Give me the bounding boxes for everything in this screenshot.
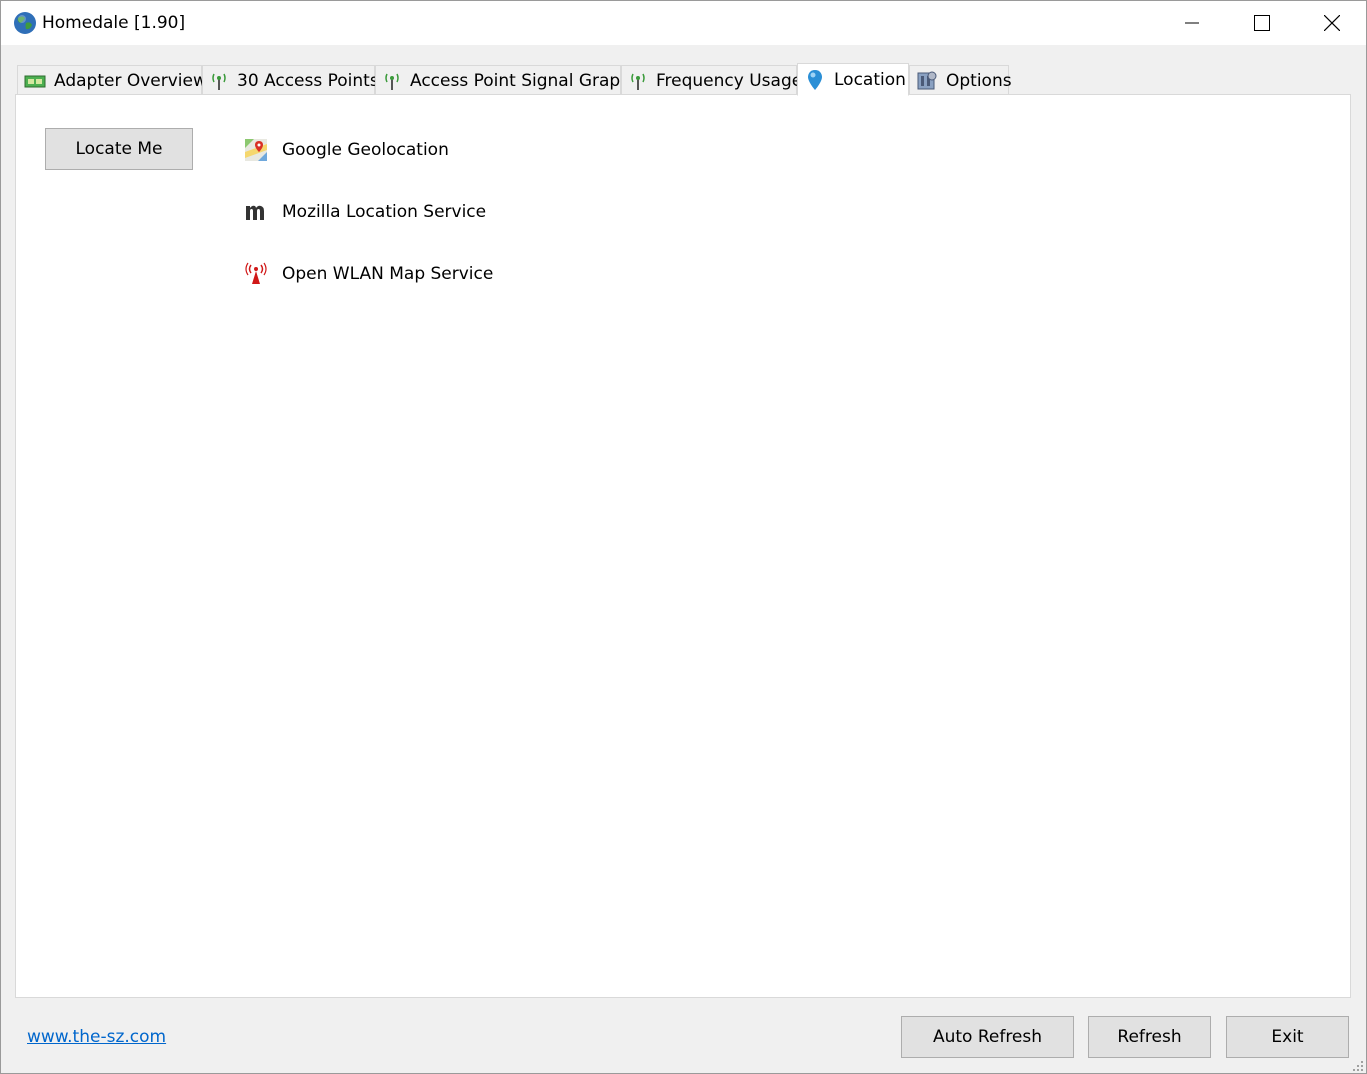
auto-refresh-button[interactable]: Auto Refresh — [901, 1016, 1074, 1058]
tab-access-points[interactable]: 30 Access Points — [202, 65, 379, 95]
globe-icon — [14, 12, 36, 34]
service-google-geolocation[interactable]: Google Geolocation — [244, 137, 449, 163]
tab-label: Adapter Overview — [54, 70, 207, 91]
service-mozilla-location[interactable]: Mozilla Location Service — [244, 199, 486, 225]
antenna-icon — [209, 71, 229, 91]
tab-options[interactable]: Options — [909, 65, 1012, 95]
tab-label: Frequency Usage — [656, 70, 803, 91]
locate-me-button[interactable]: Locate Me — [45, 128, 193, 170]
antenna-icon — [628, 71, 648, 91]
exit-button[interactable]: Exit — [1226, 1016, 1349, 1058]
refresh-button[interactable]: Refresh — [1088, 1016, 1211, 1058]
tab-access-point-signal-graph[interactable]: Access Point Signal Graph — [375, 65, 631, 95]
title-bar: Homedale [1.90] — [1, 1, 1366, 45]
mozilla-m-icon — [244, 200, 268, 224]
tab-label: Access Point Signal Graph — [410, 70, 631, 91]
location-pin-icon — [804, 69, 826, 90]
minimize-button[interactable] — [1157, 1, 1227, 45]
adapter-icon — [24, 71, 46, 91]
options-icon — [916, 71, 938, 91]
google-maps-icon — [244, 138, 268, 162]
maximize-icon — [1254, 15, 1270, 31]
tab-location[interactable]: Location — [797, 63, 909, 96]
service-open-wlan-map[interactable]: Open WLAN Map Service — [244, 261, 493, 287]
service-label: Google Geolocation — [282, 140, 449, 160]
tab-strip: Adapter Overview 30 Access Points Access… — [16, 63, 1351, 96]
close-button[interactable] — [1297, 1, 1367, 45]
app-window: Homedale [1.90] Adapter Overview 30 Acce… — [0, 0, 1367, 1074]
antenna-icon — [382, 71, 402, 91]
tab-label: Location — [834, 69, 906, 90]
resize-grip-icon[interactable] — [1351, 1059, 1365, 1073]
website-link[interactable]: www.the-sz.com — [27, 1027, 166, 1047]
service-label: Open WLAN Map Service — [282, 264, 494, 284]
service-label: Mozilla Location Service — [282, 202, 487, 222]
window-title: Homedale [1.90] — [42, 13, 186, 33]
minimize-icon — [1185, 22, 1199, 24]
tab-adapter-overview[interactable]: Adapter Overview — [17, 65, 207, 95]
location-panel: Locate Me Google Geolocation Mozilla Loc… — [15, 94, 1351, 998]
tab-label: Options — [946, 70, 1012, 91]
maximize-button[interactable] — [1227, 1, 1297, 45]
tab-label: 30 Access Points — [237, 70, 379, 91]
close-icon — [1324, 15, 1340, 31]
wlan-tower-icon — [244, 262, 268, 286]
tab-frequency-usage[interactable]: Frequency Usage — [621, 65, 802, 95]
